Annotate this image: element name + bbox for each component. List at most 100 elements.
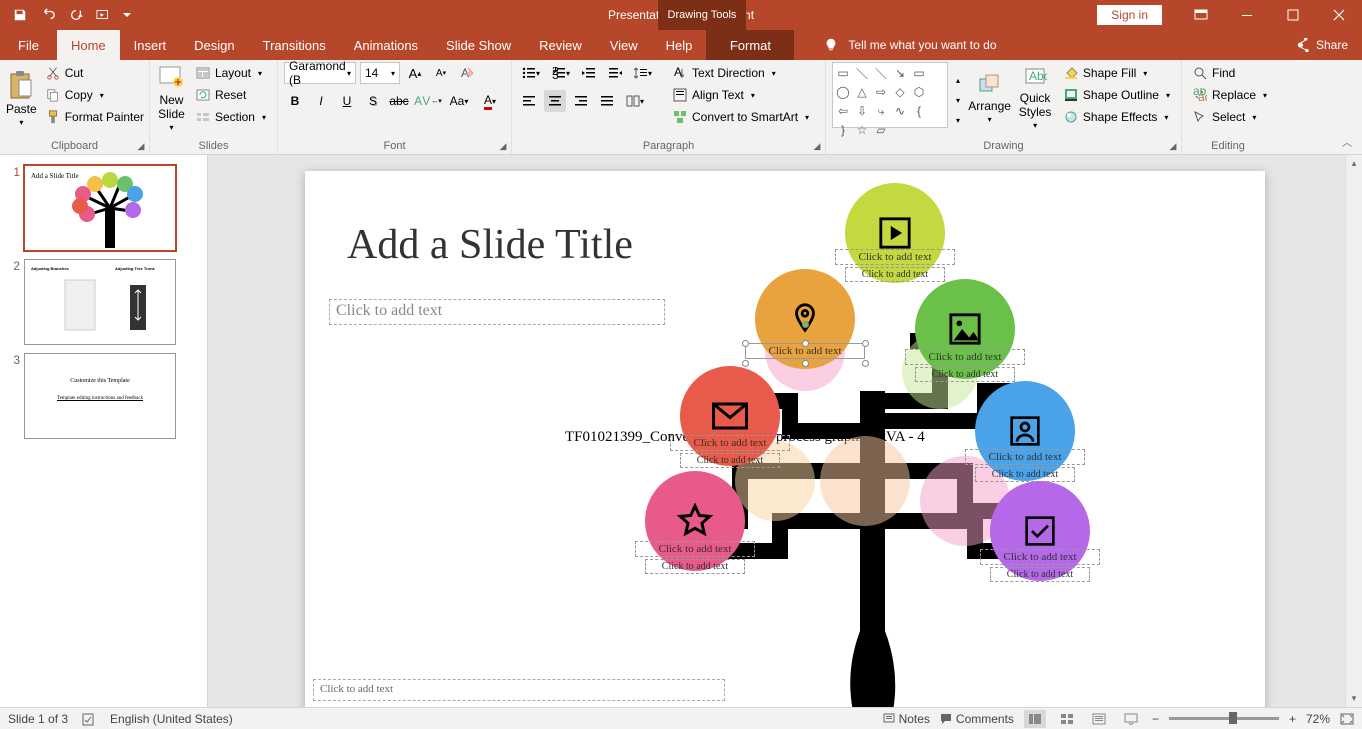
font-size-combo[interactable]: 14▾	[360, 62, 400, 84]
format-painter-button[interactable]: Format Painter	[41, 106, 149, 128]
circle-play-text1[interactable]: Click to add text	[835, 249, 955, 265]
shape-oval-icon[interactable]: ◯	[835, 84, 851, 100]
shape-lbrace-icon[interactable]: {	[911, 103, 927, 119]
zoom-in-icon[interactable]: +	[1289, 712, 1296, 726]
normal-view-icon[interactable]	[1024, 710, 1046, 728]
scroll-up-icon[interactable]: ▴	[1346, 155, 1362, 172]
shadow-icon[interactable]: S	[362, 90, 384, 112]
thumb-preview-3[interactable]: Customize this Template Template editing…	[24, 353, 176, 439]
shape-textbox-icon[interactable]: ▭	[835, 65, 851, 81]
shape-effects-button[interactable]: Shape Effects▾	[1059, 106, 1175, 128]
sel-handle-se[interactable]	[862, 360, 869, 367]
tab-design[interactable]: Design	[180, 30, 248, 60]
gallery-down-icon[interactable]: ▾	[952, 91, 964, 109]
reset-button[interactable]: Reset	[191, 84, 271, 106]
tab-home[interactable]: Home	[57, 30, 120, 60]
layout-button[interactable]: Layout▾	[191, 62, 271, 84]
align-center-icon[interactable]	[544, 90, 566, 112]
shape-line-icon[interactable]: ＼	[854, 65, 870, 81]
circle-star-text2[interactable]: Click to add text	[645, 559, 745, 574]
tab-animations[interactable]: Animations	[340, 30, 432, 60]
undo-icon[interactable]	[36, 3, 60, 27]
shape-line2-icon[interactable]: ＼	[873, 65, 889, 81]
cut-button[interactable]: Cut	[41, 62, 149, 84]
circle-check[interactable]	[990, 481, 1090, 581]
comments-button[interactable]: Comments	[940, 712, 1014, 726]
slide-title-placeholder[interactable]: Add a Slide Title	[347, 221, 633, 269]
tab-insert[interactable]: Insert	[120, 30, 181, 60]
sel-handle-ne[interactable]	[862, 340, 869, 347]
columns-icon[interactable]: ▾	[622, 90, 648, 112]
drawing-launcher-icon[interactable]: ◢	[1167, 140, 1179, 152]
tab-slideshow[interactable]: Slide Show	[432, 30, 525, 60]
new-slide-button[interactable]: New Slide ▾	[156, 62, 187, 134]
quick-styles-button[interactable]: Abc Quick Styles▾	[1015, 62, 1055, 134]
decrease-font-icon[interactable]: A▾	[430, 62, 452, 84]
spellcheck-icon[interactable]	[82, 712, 96, 726]
paste-button[interactable]: Paste ▾	[6, 62, 37, 134]
zoom-level[interactable]: 72%	[1306, 712, 1330, 726]
tab-review[interactable]: Review	[525, 30, 596, 60]
fit-to-window-icon[interactable]	[1340, 713, 1354, 725]
convert-smartart-button[interactable]: Convert to SmartArt▾	[668, 106, 814, 128]
copy-button[interactable]: Copy▾	[41, 84, 149, 106]
sign-in-button[interactable]: Sign in	[1097, 5, 1162, 25]
tab-view[interactable]: View	[596, 30, 652, 60]
scroll-down-icon[interactable]: ▾	[1346, 690, 1362, 707]
circle-check-text2[interactable]: Click to add text	[990, 567, 1090, 582]
clear-formatting-icon[interactable]: A	[456, 62, 478, 84]
shape-rbrace-icon[interactable]: }	[835, 122, 851, 138]
font-launcher-icon[interactable]: ◢	[497, 140, 509, 152]
underline-icon[interactable]: U	[336, 90, 358, 112]
numbering-icon[interactable]: 123▾	[548, 62, 574, 84]
circle-user-text1[interactable]: Click to add text	[965, 449, 1085, 465]
gallery-more-icon[interactable]: ▾	[952, 111, 964, 129]
shapes-gallery[interactable]: ▭ ＼ ＼ ↘ ▭ ◯ △ ⇨ ◇ ⬡ ⇦ ⇩ ⤷ ∿ { } ☆ ▱	[832, 62, 948, 128]
shape-outline-button[interactable]: Shape Outline▾	[1059, 84, 1175, 106]
shape-star-icon[interactable]: ☆	[854, 122, 870, 138]
thumbnail-2[interactable]: 2 Adjusting Branches Adjusting Tree Trun…	[0, 255, 207, 349]
arrange-button[interactable]: Arrange▾	[968, 62, 1011, 134]
circle-play-text2[interactable]: Click to add text	[845, 267, 945, 282]
align-right-icon[interactable]	[570, 90, 592, 112]
section-button[interactable]: Section▾	[191, 106, 271, 128]
reading-view-icon[interactable]	[1088, 710, 1110, 728]
shape-hexagon-icon[interactable]: ⬡	[911, 84, 927, 100]
slide-footer-placeholder[interactable]: Click to add text	[313, 679, 725, 701]
circle-image-text2[interactable]: Click to add text	[915, 367, 1015, 382]
scroll-track[interactable]	[1346, 172, 1362, 690]
replace-button[interactable]: abacReplace▾	[1188, 84, 1272, 106]
thumbnail-3[interactable]: 3 Customize this Template Template editi…	[0, 349, 207, 443]
italic-icon[interactable]: I	[310, 90, 332, 112]
slideshow-view-icon[interactable]	[1120, 710, 1142, 728]
redo-icon[interactable]	[64, 3, 88, 27]
shape-triangle-icon[interactable]: △	[854, 84, 870, 100]
circle-star-text1[interactable]: Click to add text	[635, 541, 755, 557]
tell-me-search[interactable]: Tell me what you want to do	[824, 30, 996, 60]
shape-arrow-icon[interactable]: ↘	[892, 65, 908, 81]
sel-handle-sw[interactable]	[742, 360, 749, 367]
circle-image-text1[interactable]: Click to add text	[905, 349, 1025, 365]
bold-icon[interactable]: B	[284, 90, 306, 112]
paragraph-launcher-icon[interactable]: ◢	[811, 140, 823, 152]
share-button[interactable]: Share	[1282, 30, 1362, 60]
increase-indent-icon[interactable]	[604, 62, 626, 84]
shape-rarrow-icon[interactable]: ⇨	[873, 84, 889, 100]
slide-canvas[interactable]: Add a Slide Title Click to add text Clic…	[305, 171, 1265, 707]
shape-larrow-icon[interactable]: ⇦	[835, 103, 851, 119]
slide-thumbnails-panel[interactable]: 1 Add a Slide Title 2 Adjusting Branches…	[0, 155, 208, 707]
tab-format[interactable]: Format	[706, 30, 794, 60]
slide-editor[interactable]: Add a Slide Title Click to add text Clic…	[208, 155, 1362, 707]
text-direction-button[interactable]: AText Direction▾	[668, 62, 814, 84]
shape-fill-button[interactable]: Shape Fill▾	[1059, 62, 1175, 84]
sel-handle-s[interactable]	[802, 360, 809, 367]
collapse-ribbon-icon[interactable]: ︿	[1342, 134, 1356, 148]
slide-subtitle-placeholder[interactable]: Click to add text	[329, 299, 665, 325]
font-color-icon[interactable]: A▾	[476, 90, 504, 112]
start-from-beginning-icon[interactable]	[92, 3, 116, 27]
tab-file[interactable]: File	[0, 30, 57, 60]
shape-diamond-icon[interactable]: ◇	[892, 84, 908, 100]
close-icon[interactable]	[1316, 0, 1362, 30]
increase-font-icon[interactable]: A▴	[404, 62, 426, 84]
circle-user-text2[interactable]: Click to add text	[975, 467, 1075, 482]
